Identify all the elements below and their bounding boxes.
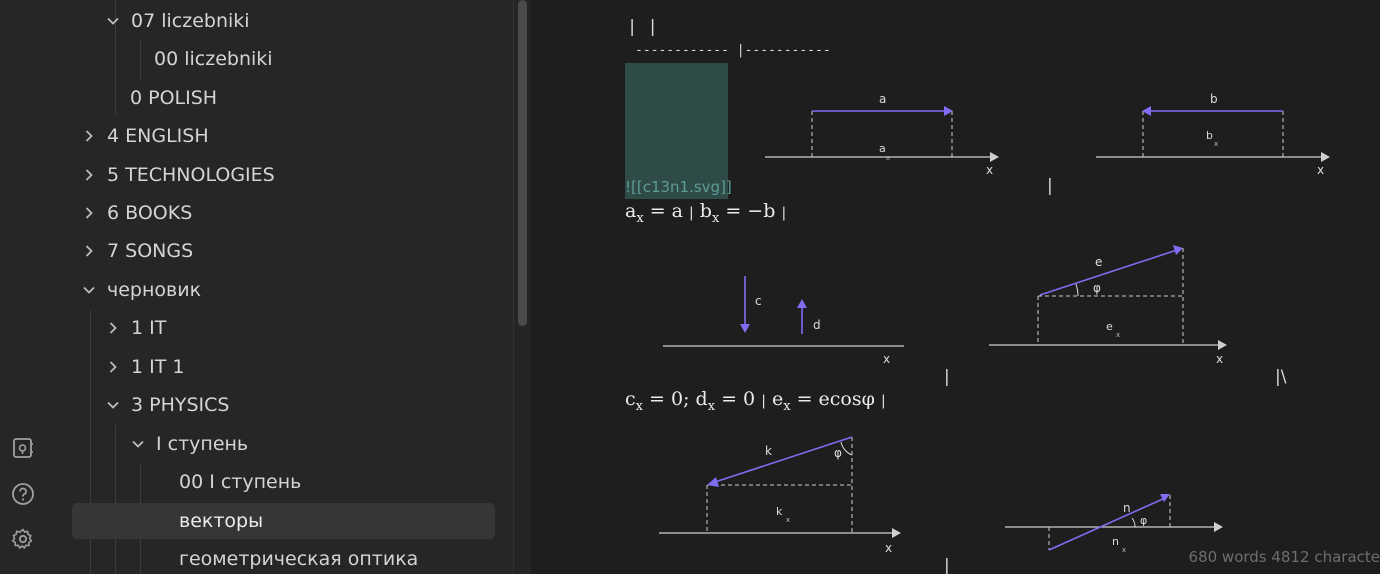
chevron-right-icon [105, 359, 121, 375]
tree-item-label: 00 I ступень [179, 471, 302, 493]
tree-item-label: 1 IT [131, 317, 167, 339]
tree-guide [140, 40, 141, 80]
formula-line-2: cx = 0; dx = 0 | ex = ecosφ | [625, 388, 886, 414]
tree-item-label: векторы [179, 510, 264, 532]
svg-text:n: n [1123, 501, 1131, 515]
svg-text:n: n [1112, 535, 1119, 548]
table-pipe: | [1047, 176, 1053, 196]
svg-text:x: x [1122, 546, 1126, 554]
active-file-highlight [72, 503, 495, 539]
svg-text:e: e [1095, 255, 1102, 269]
svg-text:c: c [755, 294, 762, 308]
svg-text:a: a [879, 92, 886, 106]
svg-text:φ: φ [1093, 281, 1101, 295]
tree-file[interactable]: геометрическая оптика [179, 541, 418, 574]
svg-text:x: x [1116, 331, 1120, 339]
chevron-right-icon [105, 320, 121, 336]
svg-text:x: x [1317, 163, 1324, 177]
tree-item-label: 00 liczebniki [154, 48, 273, 70]
svg-text:e: e [1106, 320, 1113, 333]
svg-text:b: b [1206, 129, 1213, 142]
tree-folder[interactable]: черновик [81, 272, 201, 308]
svg-text:φ: φ [1140, 514, 1147, 527]
figure-vector-e: φ e e x x [989, 245, 1227, 366]
svg-text:x: x [986, 163, 993, 177]
table-pipe: | [944, 367, 950, 387]
table-pipe: |\ [1275, 367, 1287, 387]
settings-icon[interactable] [8, 524, 38, 554]
chevron-right-icon [81, 205, 97, 221]
tree-item-label: 07 liczebniki [131, 10, 250, 32]
help-icon[interactable] [8, 479, 38, 509]
tree-file[interactable]: 00 I ступень [179, 464, 301, 500]
ribbon [0, 0, 47, 574]
tree-guide [115, 425, 116, 574]
tree-folder[interactable]: 5 TECHNOLOGIES [81, 157, 275, 193]
svg-text:x: x [786, 516, 790, 524]
tree-item-label: 3 PHYSICS [131, 394, 230, 416]
svg-text:x: x [1214, 140, 1218, 148]
figure-vector-b: b b x x [1096, 92, 1330, 177]
tree-item-label: 0 POLISH [130, 87, 218, 109]
svg-text:x: x [1216, 352, 1223, 366]
tree-folder[interactable]: 6 BOOKS [81, 195, 192, 231]
editor-pane[interactable]: | | ------------ |----------- ![[c13n1.s… [531, 0, 1380, 574]
chevron-down-icon [105, 13, 121, 29]
table-divider: ------------ |----------- [635, 43, 831, 58]
word-count-status: 680 words 4812 characte [1188, 548, 1380, 566]
tree-folder[interactable]: 4 ENGLISH [81, 118, 209, 154]
svg-text:φ: φ [834, 446, 842, 460]
figure-vectors-c-d: c d x [663, 276, 904, 365]
chevron-right-icon [81, 128, 97, 144]
file-explorer: 07 liczebniki 00 liczebniki 0 POLISH 4 E… [47, 0, 513, 574]
table-pipe: | [944, 556, 950, 574]
tree-file-active[interactable]: векторы [179, 503, 263, 539]
formula-line-1: ax = a | bx = −b | [625, 200, 787, 226]
tree-folder[interactable]: 1 IT [105, 310, 166, 346]
figure-vector-k: φ k k x x [659, 436, 901, 555]
tree-item-label: черновик [107, 279, 202, 301]
tree-item-label: 6 BOOKS [107, 202, 193, 224]
svg-text:b: b [1210, 92, 1218, 106]
chevron-down-icon [130, 436, 146, 452]
tree-item-label: I ступень [156, 433, 249, 455]
svg-text:k: k [765, 444, 772, 458]
vault-switcher-icon[interactable] [8, 433, 38, 463]
tree-item-label: 4 ENGLISH [107, 125, 209, 147]
chevron-down-icon [81, 282, 97, 298]
tree-file[interactable]: 00 liczebniki [154, 41, 273, 77]
chevron-right-icon [81, 167, 97, 183]
tree-folder[interactable]: 3 PHYSICS [105, 387, 229, 423]
table-header: | | [627, 17, 658, 37]
figure-vector-a: a a x x [765, 92, 999, 177]
tree-folder[interactable]: 7 SONGS [81, 233, 193, 269]
embed-link[interactable]: ![[c13n1.svg]] [625, 178, 732, 196]
tree-folder[interactable]: 1 IT 1 [105, 349, 184, 385]
svg-text:d: d [813, 318, 821, 332]
svg-text:k: k [776, 505, 783, 518]
tree-folder[interactable]: I ступень [130, 426, 248, 462]
tree-item-label: 1 IT 1 [131, 356, 185, 378]
svg-text:x: x [883, 352, 890, 365]
tree-file[interactable]: 0 POLISH [130, 80, 217, 116]
svg-text:x: x [885, 541, 892, 555]
svg-text:a: a [879, 142, 886, 155]
sidebar-scrollbar-thumb[interactable] [518, 0, 527, 326]
tree-item-label: 7 SONGS [107, 240, 194, 262]
tree-item-label: геометрическая оптика [179, 548, 419, 570]
tree-folder[interactable]: 07 liczebniki [105, 3, 250, 39]
chevron-down-icon [105, 397, 121, 413]
svg-text:x: x [886, 154, 890, 162]
chevron-right-icon [81, 243, 97, 259]
tree-item-label: 5 TECHNOLOGIES [107, 164, 275, 186]
